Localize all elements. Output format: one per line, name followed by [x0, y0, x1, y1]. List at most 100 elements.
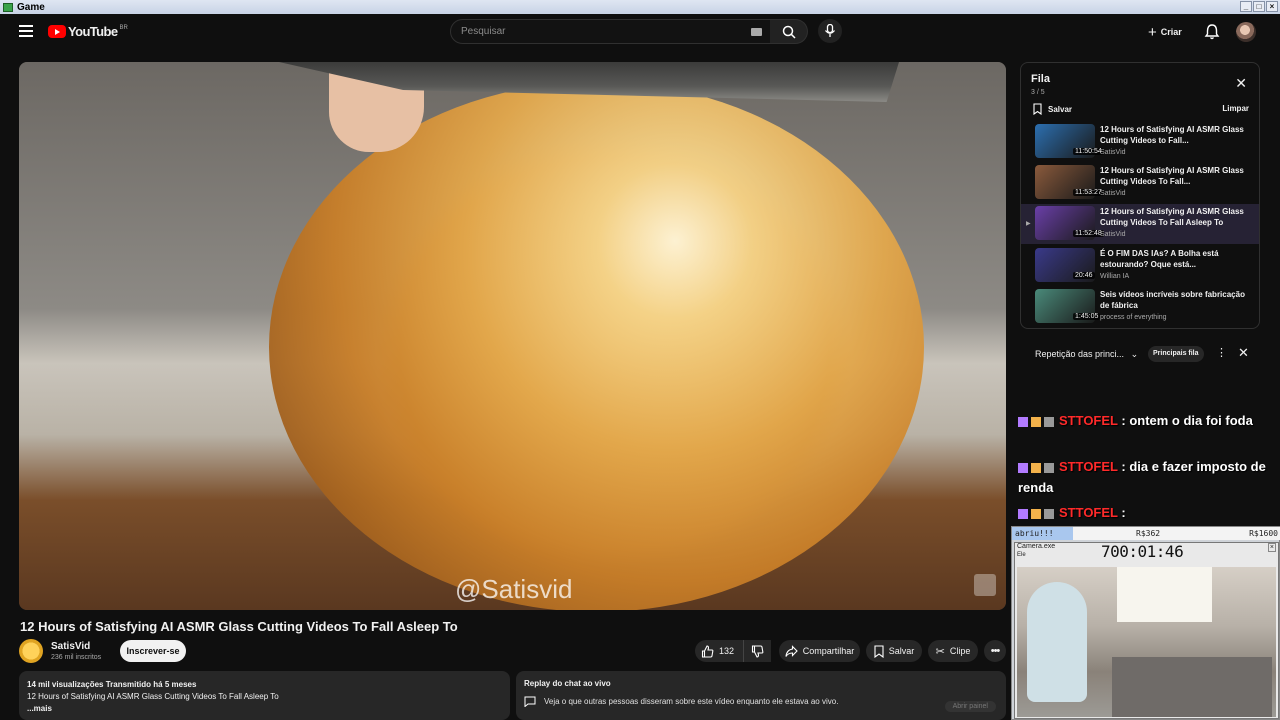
queue-item-current[interactable]: ▶ 11:52:48 12 Hours of Satisfying AI ASM…: [1021, 204, 1259, 244]
queue-duration: 20:46: [1073, 272, 1095, 279]
video-title: 12 Hours of Satisfying AI ASMR Glass Cut…: [20, 619, 458, 634]
chat-replay-heading: Replay do chat ao vivo: [524, 679, 611, 688]
overlay-chat-message: STTOFEL : dia e fazer imposto de renda: [1018, 459, 1266, 495]
goal-current: R$362: [1136, 529, 1161, 538]
queue-item-channel: SatisVid: [1100, 149, 1126, 156]
plus-icon: +: [1148, 23, 1157, 41]
camera-window: Camera.exe Ele 700:01:46 ×: [1014, 542, 1279, 719]
clip-label: Clipe: [949, 646, 971, 656]
notifications-bell-icon[interactable]: [1203, 23, 1221, 41]
queue-item-title: 12 Hours of Satisfying AI ASMR Glass Cut…: [1100, 125, 1244, 145]
app-icon: [3, 2, 13, 12]
clip-button[interactable]: ✂ Clipe: [928, 640, 978, 662]
subscriber-count: 236 mil inscritos: [51, 654, 102, 661]
chat-badges-icon: [1018, 462, 1054, 473]
dislike-button[interactable]: [743, 640, 771, 662]
view-stats: 14 mil visualizações Transmitido há 5 me…: [27, 680, 197, 689]
queue-position: 3 / 5: [1031, 89, 1045, 96]
youtube-play-icon: [48, 25, 66, 38]
save-label: Salvar: [888, 646, 915, 656]
close-window-button[interactable]: ×: [1266, 1, 1278, 12]
save-button[interactable]: Salvar: [866, 640, 922, 662]
queue-clear-button[interactable]: Limpar: [1222, 104, 1249, 113]
chat-replay-text: Veja o que outras pessoas disseram sobre…: [544, 697, 839, 706]
like-count: 132: [719, 646, 735, 656]
search-icon: [782, 25, 796, 39]
queue-item-title: 12 Hours of Satisfying AI ASMR Glass Cut…: [1100, 166, 1244, 186]
chat-badges-icon: [1018, 416, 1054, 427]
microphone-icon: [824, 24, 836, 37]
queue-item-channel: Willian IA: [1100, 273, 1130, 280]
goal-label: abriu!!!: [1015, 529, 1054, 538]
queue-item[interactable]: 20:46 É O FIM DAS IAs? A Bolha está esto…: [1021, 246, 1259, 286]
chat-mode-label: Repetição das princi...: [1035, 348, 1125, 359]
queue-item[interactable]: 11:50:54 12 Hours of Satisfying AI ASMR …: [1021, 122, 1259, 162]
share-label: Compartilhar: [802, 646, 855, 656]
more-actions-button[interactable]: •••: [984, 640, 1006, 662]
queue-save-label: Salvar: [1048, 104, 1073, 114]
subscribe-button[interactable]: Inscrever-se: [120, 640, 186, 662]
window-title: Game: [17, 1, 45, 13]
country-code: BR: [119, 24, 128, 31]
maximize-button[interactable]: □: [1253, 1, 1265, 12]
chat-badges-icon: [1018, 508, 1054, 519]
create-label: Criar: [1160, 27, 1182, 37]
webcam-feed: [1017, 567, 1276, 717]
open-panel-button[interactable]: Abrir painel: [944, 701, 996, 712]
overlay-chat-message: STTOFEL : ontem o dia foi foda: [1018, 410, 1280, 431]
share-button[interactable]: Compartilhar: [779, 640, 860, 662]
queue-duration: 1:45:05: [1073, 313, 1101, 320]
search-button[interactable]: [770, 19, 808, 44]
thumbs-up-icon: [701, 644, 714, 658]
room-window-image: [1117, 567, 1212, 622]
bookmark-icon: [1033, 103, 1042, 115]
queue-title: Fila: [1031, 73, 1050, 85]
stream-timer: 700:01:46: [1101, 542, 1184, 561]
account-avatar[interactable]: [1236, 22, 1256, 42]
video-watermark: @Satisvid: [455, 574, 573, 604]
keyboard-icon[interactable]: [751, 28, 762, 36]
window-controls: _ □ ×: [1240, 1, 1278, 12]
queue-item-channel: process of everything: [1100, 314, 1167, 321]
golden-sphere-image: [269, 82, 924, 610]
youtube-logo[interactable]: YouTube BR: [48, 24, 128, 39]
chevron-down-icon: ⌄: [1130, 348, 1139, 359]
queue-item[interactable]: 11:53:27 12 Hours of Satisfying AI ASMR …: [1021, 163, 1259, 203]
more-horizontal-icon: •••: [990, 645, 1001, 657]
chat-replay-box: Replay do chat ao vivo Veja o que outras…: [516, 671, 1006, 720]
chat-mode-dropdown[interactable]: Repetição das princi... ⌄: [1035, 349, 1138, 360]
queue-panel: Fila 3 / 5 ✕ Salvar Limpar 11:50:54 12 H…: [1020, 62, 1260, 329]
search-input[interactable]: Pesquisar: [450, 19, 771, 44]
chat-username: STTOFEL: [1059, 505, 1118, 520]
queue-item[interactable]: 1:45:05 Seis vídeos incríveis sobre fabr…: [1021, 287, 1259, 327]
desk-image: [1112, 657, 1272, 717]
queue-item-channel: SatisVid: [1100, 231, 1126, 238]
queue-item-title: Seis vídeos incríveis sobre fabricação d…: [1100, 290, 1245, 310]
camera-close-icon[interactable]: ×: [1267, 543, 1276, 552]
channel-watermark-icon[interactable]: [974, 574, 996, 596]
donation-goal-bar: abriu!!! R$362 R$1600: [1012, 527, 1280, 540]
create-button[interactable]: + Criar: [1148, 22, 1182, 42]
menu-icon[interactable]: [19, 25, 33, 37]
show-more-link[interactable]: ...mais: [27, 703, 502, 715]
goal-target: R$1600: [1249, 529, 1278, 538]
more-vertical-icon[interactable]: ⋮: [1216, 346, 1227, 359]
stream-overlay: abriu!!! R$362 R$1600 Camera.exe Ele 700…: [1011, 526, 1280, 720]
video-player[interactable]: @Satisvid: [19, 62, 1006, 610]
youtube-topbar: YouTube BR Pesquisar + Criar: [0, 14, 1280, 50]
minimize-button[interactable]: _: [1240, 1, 1252, 12]
live-chat-header: Repetição das princi... ⌄ Principais fil…: [1020, 340, 1260, 368]
search-placeholder: Pesquisar: [461, 26, 506, 37]
close-chat-icon[interactable]: ✕: [1238, 345, 1249, 361]
close-queue-icon[interactable]: ✕: [1235, 75, 1247, 92]
now-playing-icon: ▶: [1026, 221, 1031, 227]
chat-filter-badge[interactable]: Principais fila: [1148, 346, 1204, 362]
channel-avatar[interactable]: [19, 639, 43, 663]
queue-save-button[interactable]: Salvar: [1033, 103, 1072, 115]
voice-search-button[interactable]: [818, 19, 842, 43]
description-box[interactable]: 14 mil visualizações Transmitido há 5 me…: [19, 671, 510, 720]
chat-username: STTOFEL: [1059, 413, 1118, 428]
bookmark-icon: [874, 644, 884, 658]
channel-name[interactable]: SatisVid: [51, 641, 90, 652]
chat-text: dia e fazer imposto de renda: [1018, 459, 1266, 495]
